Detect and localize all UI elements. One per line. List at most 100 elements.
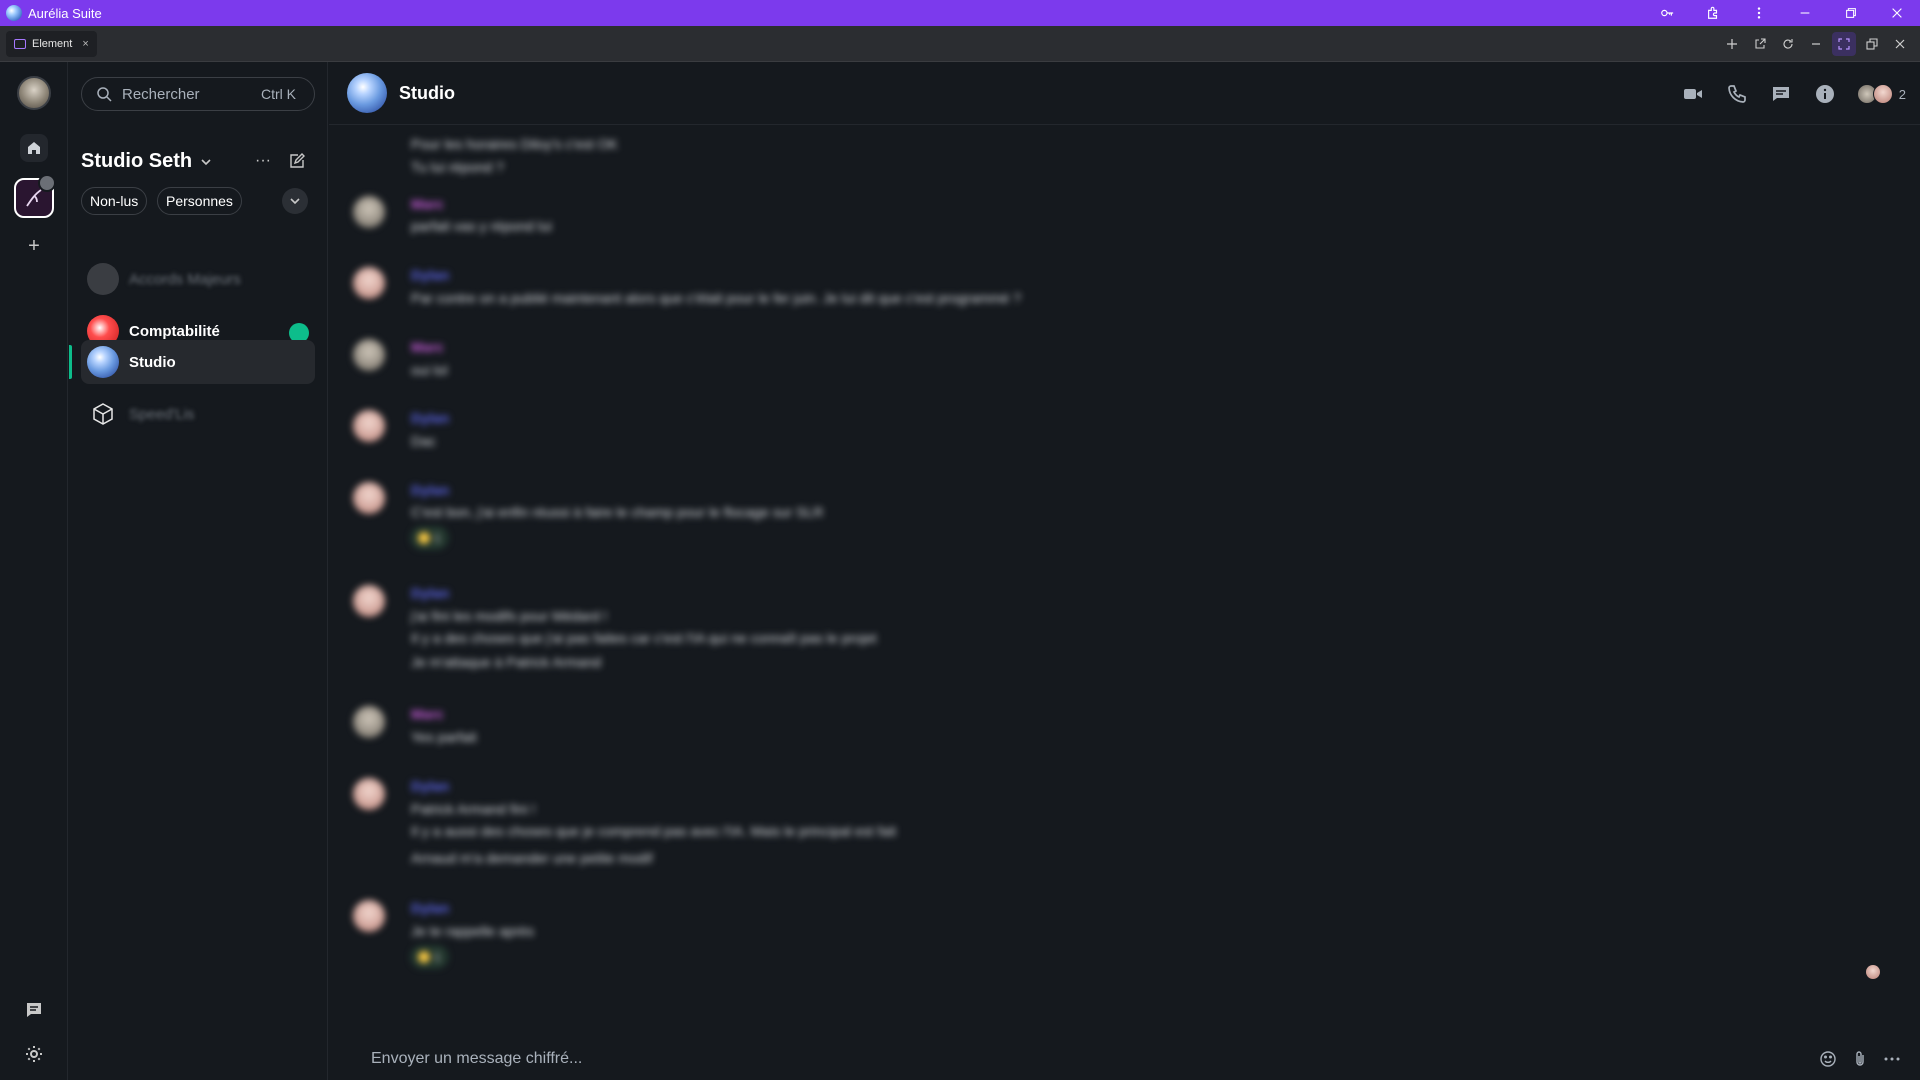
reaction-count: 1 [434,950,441,964]
avatar[interactable] [353,339,385,371]
home-button[interactable] [20,134,48,162]
message-body: parfait vas y répond lui [411,218,552,234]
user-avatar[interactable] [17,76,51,110]
key-icon[interactable] [1644,0,1690,26]
kebab-menu-icon[interactable] [1736,0,1782,26]
space-name-menu[interactable]: Studio Seth [81,150,212,173]
avatar[interactable] [353,267,385,299]
avatar[interactable] [353,410,385,442]
reaction-pill[interactable]: 1 [411,946,448,968]
sender-name[interactable]: Dylan [411,482,449,498]
room-title[interactable]: Studio [399,83,455,104]
avatar[interactable] [353,706,385,738]
new-tab-icon[interactable] [1720,32,1744,56]
message-composer: Envoyer un message chiffré... [329,1037,1920,1080]
chat-icon [14,38,26,49]
threads-button[interactable] [22,998,46,1022]
sender-name[interactable]: Marc [411,706,444,722]
threads-button[interactable] [1769,82,1793,106]
message-body: Dac [411,433,436,449]
tab-element[interactable]: Element × [6,30,97,57]
search-bar[interactable]: Rechercher Ctrl K [81,77,315,111]
chevron-down-icon [201,158,211,165]
room-item[interactable]: Studio [81,340,315,384]
sender-name[interactable]: Dylan [411,900,449,916]
tab-bar: Element × [0,26,1920,62]
reload-icon[interactable] [1776,32,1800,56]
filters-expand-button[interactable] [282,188,308,214]
read-receipt-avatar[interactable] [1866,965,1880,979]
room-list-panel: Rechercher Ctrl K Studio Seth ··· Non-lu… [69,62,328,1080]
message-body: Je m'attaque à Patrick Armand [411,654,602,670]
room-avatar[interactable] [347,73,387,113]
video-call-button[interactable] [1681,82,1705,106]
space-status-badge [38,174,56,192]
more-icon [1884,1057,1900,1061]
voice-call-button[interactable] [1725,82,1749,106]
filter-unread[interactable]: Non-lus [81,187,148,215]
member-list-button[interactable]: 2 [1856,84,1906,104]
message-body: j'ai fini les modifs pour Médard ! [411,608,608,624]
close-tab-view-icon[interactable] [1888,32,1912,56]
emoji-button[interactable] [1818,1049,1838,1069]
threads-icon [1772,87,1789,101]
room-name: Accords Majeurs [129,270,241,288]
search-placeholder: Rechercher [122,85,200,103]
attach-button[interactable] [1850,1049,1870,1069]
compose-button[interactable] [286,150,308,172]
avatar[interactable] [353,585,385,617]
space-name: Studio Seth [81,150,193,172]
room-item[interactable]: Speed'Lis [81,392,315,436]
reaction-count: 1 [434,531,441,545]
tab-close-icon[interactable]: × [82,38,88,50]
extensions-icon[interactable] [1690,0,1736,26]
close-button[interactable] [1874,0,1920,26]
more-options-button[interactable] [1882,1049,1902,1069]
message-body: Il y a aussi des choses que je comprend … [411,823,897,839]
settings-button[interactable] [22,1042,46,1066]
message-body: Patrick Armand fini ! [411,801,536,817]
room-info-button[interactable] [1813,82,1837,106]
add-space-button[interactable]: + [22,234,46,258]
minimize-button[interactable] [1782,0,1828,26]
paperclip-icon [1856,1051,1864,1066]
popout-icon[interactable] [1860,32,1884,56]
space-bar: + [0,62,68,1080]
sender-name[interactable]: Dylan [411,778,449,794]
message-body: C'est bon, j'ai enfin réussi à faire le … [411,504,824,520]
member-count: 2 [1898,86,1906,102]
home-icon [28,142,40,154]
search-shortcut: Ctrl K [261,86,296,102]
sender-name[interactable]: Dylan [411,267,449,283]
active-room-indicator [69,345,72,379]
room-list-options-button[interactable]: ··· [252,150,274,172]
fullscreen-icon[interactable] [1832,32,1856,56]
room-item[interactable]: Accords Majeurs [81,257,315,301]
message-input[interactable]: Envoyer un message chiffré... [371,1050,1920,1068]
sender-name[interactable]: Marc [411,196,444,212]
title-bar: Aurélia Suite [0,0,1920,26]
sender-name[interactable]: Dylan [411,585,449,601]
threads-icon [27,1003,41,1017]
avatar[interactable] [353,482,385,514]
filter-people[interactable]: Personnes [157,187,242,215]
restore-button[interactable] [1828,0,1874,26]
room-header-actions: 2 [1681,80,1906,108]
room-name: Comptabilité [129,322,220,340]
phone-icon [1727,85,1746,103]
message-body: Tu lui répond ? [411,159,504,175]
composer-tools [1818,1047,1902,1071]
sender-name[interactable]: Dylan [411,410,449,426]
tab-label: Element [32,37,73,50]
reaction-pill[interactable]: 1 [411,527,448,549]
avatar[interactable] [353,196,385,228]
smiley-icon [1820,1051,1836,1067]
minimize-tab-icon[interactable] [1804,32,1828,56]
video-camera-icon [1683,89,1702,99]
room-name: Speed'Lis [129,405,195,423]
external-link-icon[interactable] [1748,32,1772,56]
sender-name[interactable]: Marc [411,339,444,355]
avatar[interactable] [353,900,385,932]
timeline: Pour les horaires Diloy's c'est OK Tu lu… [329,126,1920,1026]
avatar[interactable] [353,778,385,810]
